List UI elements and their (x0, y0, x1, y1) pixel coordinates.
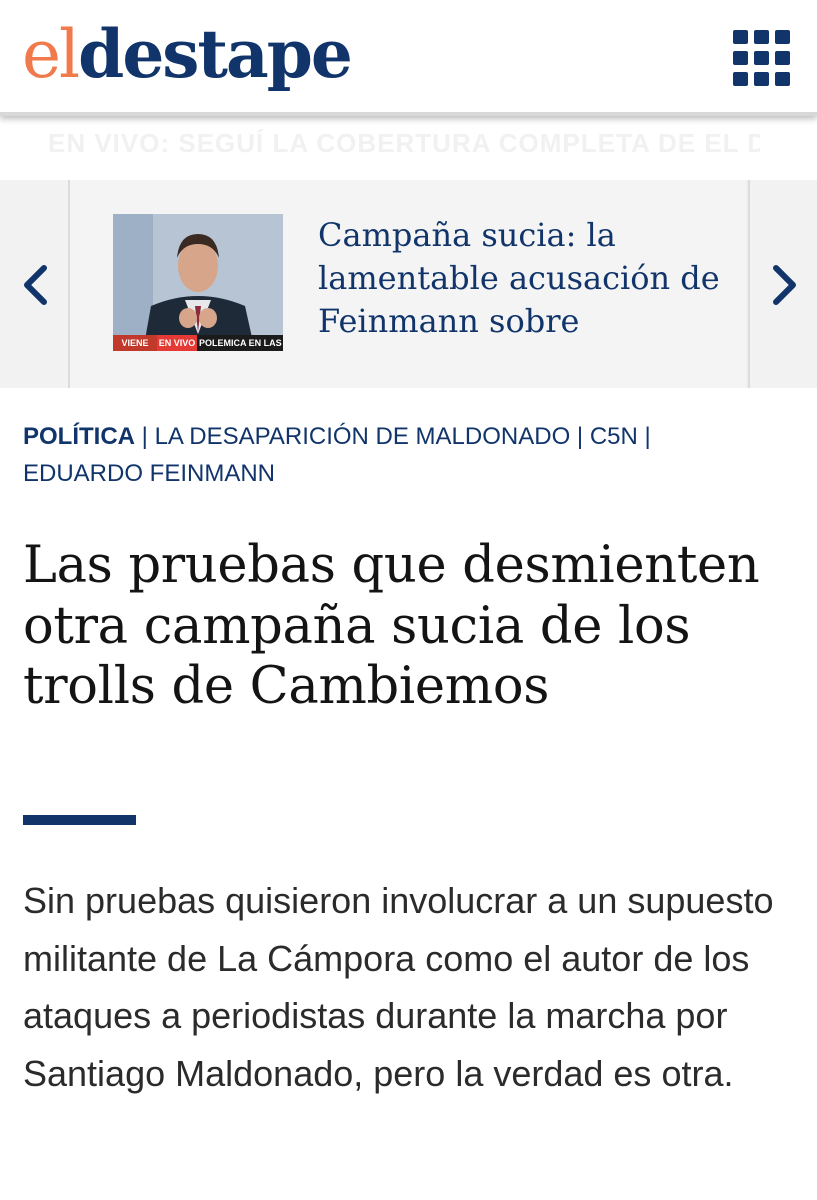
ticker-text: EN VIVO: SEGUÍ LA COBERTURA COMPLETA DE … (48, 128, 760, 158)
grid-menu-dot (733, 72, 748, 86)
site-header: eldestape (0, 0, 817, 116)
carousel-prev-button[interactable] (0, 180, 70, 388)
tag-separator: | (644, 423, 651, 450)
chevron-left-icon (24, 265, 47, 305)
article-tags: POLÍTICA | LA DESAPARICIÓN DE MALDONADO … (23, 418, 783, 492)
grid-menu-dot (775, 51, 790, 65)
tag-section[interactable]: POLÍTICA (23, 423, 135, 450)
presenter-image (113, 214, 283, 351)
article-headline: Las pruebas que desmienten otra campaña … (23, 536, 760, 716)
carousel-thumbnail[interactable]: VIENE EN VIVO POLEMICA EN LAS E (113, 214, 283, 351)
grid-menu-dot (754, 72, 769, 86)
grid-menu-dot (733, 51, 748, 65)
logo-el: el (22, 16, 80, 93)
live-ticker-bar: VIENE EN VIVO POLEMICA EN LAS E (113, 335, 283, 351)
carousel-next-button[interactable] (748, 180, 817, 388)
badge-viene: VIENE (113, 335, 157, 351)
logo-destape: destape (78, 15, 353, 93)
grid-menu-dot (775, 30, 790, 44)
article-lead: Sin pruebas quisieron involucrar a un su… (23, 880, 774, 1094)
badge-live: EN VIVO (157, 335, 197, 351)
grid-menu-dot (775, 72, 790, 86)
tag-item[interactable]: C5N (590, 423, 638, 450)
grid-menu-dot (754, 30, 769, 44)
site-logo[interactable]: eldestape (22, 4, 353, 105)
chevron-right-icon (773, 265, 796, 305)
tag-item[interactable]: LA DESAPARICIÓN DE MALDONADO (155, 423, 571, 450)
grid-menu-dot (733, 30, 748, 44)
carousel-card-title[interactable]: Campaña sucia: la lamentable acusación d… (318, 214, 728, 343)
headline-divider (23, 815, 136, 825)
news-ticker[interactable]: EN VIVO: SEGUÍ LA COBERTURA COMPLETA DE … (48, 128, 760, 162)
grid-menu-icon[interactable] (733, 30, 791, 86)
tag-separator: | (141, 423, 148, 450)
thumbnail-caption: POLEMICA EN LAS E (199, 338, 283, 348)
grid-menu-dot (754, 51, 769, 65)
tag-separator: | (576, 423, 584, 450)
tag-item[interactable]: EDUARDO FEINMANN (23, 460, 275, 487)
